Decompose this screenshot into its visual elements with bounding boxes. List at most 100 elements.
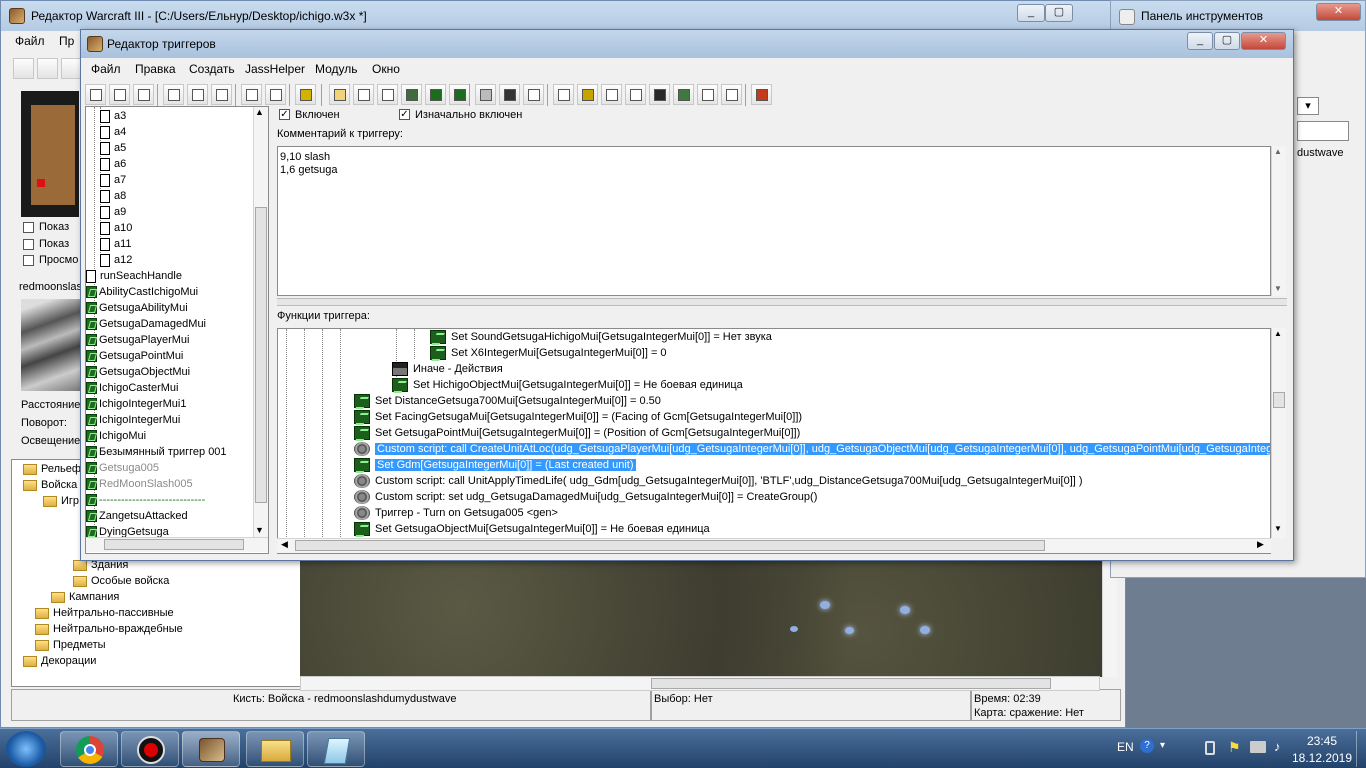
trigger-tree-item[interactable]: a9 — [100, 204, 126, 220]
language-indicator[interactable]: EN — [1117, 740, 1134, 754]
new-icon[interactable] — [85, 84, 106, 105]
save-icon[interactable] — [61, 58, 82, 79]
initially-on-checkbox[interactable]: ✓ — [399, 109, 410, 120]
trigger-close-button[interactable]: ✕ — [1241, 32, 1286, 50]
function-row[interactable]: Set GetsugaPointMui[GetsugaIntegerMui[0]… — [354, 425, 800, 441]
function-row[interactable]: Set FacingGetsugaMui[GetsugaIntegerMui[0… — [354, 409, 802, 425]
tree-vscroll-thumb[interactable] — [255, 207, 267, 503]
palette-tree-item[interactable]: Нейтрально-пассивные — [35, 605, 174, 621]
trigger-menu-item[interactable]: Окно — [372, 62, 400, 76]
comment-vscroll[interactable]: ▲ ▼ — [1271, 146, 1286, 296]
map-vscroll[interactable] — [1102, 561, 1117, 677]
trigger-maximize-button[interactable]: ▢ — [1214, 32, 1240, 50]
function-row[interactable]: Custom script: call UnitApplyTimedLife( … — [354, 473, 1083, 489]
unit-marker[interactable] — [790, 626, 798, 632]
clock-time[interactable]: 23:45 — [1298, 734, 1346, 748]
palette-tree-item[interactable]: Декорации — [23, 653, 96, 669]
function-row[interactable]: Custom script: call CreateUnitAtLoc(udg_… — [354, 441, 1270, 457]
new-map-icon[interactable] — [13, 58, 34, 79]
menu-file[interactable]: Файл — [15, 34, 45, 48]
map-hscroll-thumb[interactable] — [651, 678, 1051, 689]
palette-titlebar[interactable]: Панель инструментов ✕ — [1111, 1, 1365, 31]
menu-edit[interactable]: Пр — [59, 34, 74, 48]
save-icon[interactable] — [133, 84, 154, 105]
functions-hscroll-thumb[interactable] — [295, 540, 1045, 551]
tree-vscroll[interactable]: ▲ ▼ — [253, 107, 268, 537]
main-titlebar[interactable]: Редактор Warcraft III - [C:/Users/Ельнур… — [1, 1, 1125, 31]
paste-icon[interactable] — [211, 84, 232, 105]
trigger-titlebar[interactable]: Редактор триггеров _ ▢ ✕ — [81, 30, 1293, 58]
open-icon[interactable] — [109, 84, 130, 105]
trigger-tree-item[interactable]: IchigoIntegerMui — [86, 412, 180, 428]
battery-icon[interactable] — [1205, 741, 1215, 755]
test-map-icon[interactable] — [751, 84, 772, 105]
new-condition-icon[interactable] — [449, 84, 470, 105]
trigger-tree-item[interactable]: a10 — [100, 220, 132, 236]
new-comment-icon[interactable] — [377, 84, 398, 105]
trigger-tree-item[interactable]: a5 — [100, 140, 126, 156]
palette-tree-item[interactable]: Войска — [23, 477, 77, 493]
module-icon[interactable] — [697, 84, 718, 105]
trigger-menu-item[interactable]: Файл — [91, 62, 121, 76]
trigger-tree-item[interactable]: GetsugaAbilityMui — [86, 300, 188, 316]
trigger-tree-item[interactable]: Безымянный триггер 001 — [86, 444, 227, 460]
trigger-minimize-button[interactable]: _ — [1187, 32, 1213, 50]
trigger-functions-tree[interactable]: Set SoundGetsugaHichigoMui[GetsugaIntege… — [277, 328, 1271, 554]
splitter[interactable] — [277, 298, 1287, 306]
preview-checkbox[interactable] — [23, 255, 34, 266]
new-category-icon[interactable] — [329, 84, 350, 105]
function-row[interactable]: Set SoundGetsugaHichigoMui[GetsugaIntege… — [430, 329, 772, 345]
trigger-tree-item[interactable]: GetsugaObjectMui — [86, 364, 190, 380]
trigger-tree-item[interactable]: a4 — [100, 124, 126, 140]
clapper-icon[interactable] — [499, 84, 520, 105]
import-icon[interactable] — [721, 84, 742, 105]
functions-hscroll[interactable]: ◀ ▶ — [277, 538, 1271, 553]
copy-icon[interactable] — [187, 84, 208, 105]
tree-hscroll[interactable] — [86, 537, 268, 552]
cut-icon[interactable] — [163, 84, 184, 105]
trigger-tree-item[interactable]: Getsuga005 — [86, 460, 159, 476]
ai-icon[interactable] — [625, 84, 646, 105]
taskbar-notepad[interactable] — [307, 731, 365, 767]
trigger-tree-item[interactable]: AbilityCastIchigoMui — [86, 284, 198, 300]
trigger-tree-item[interactable]: a8 — [100, 188, 126, 204]
palette-dropdown-arrow[interactable]: ▾ — [1297, 97, 1319, 115]
palette-tree-item[interactable]: Рельеф — [23, 461, 81, 477]
palette-tree-item[interactable]: Нейтрально-враждебные — [35, 621, 183, 637]
trigger-tree-item[interactable]: a6 — [100, 156, 126, 172]
functions-vscroll[interactable]: ▲ ▼ — [1271, 328, 1286, 538]
taskbar-warcraft-editor[interactable] — [182, 731, 240, 767]
action-center-icon[interactable]: ⚑ — [1228, 739, 1241, 756]
unit-marker[interactable] — [845, 627, 854, 634]
function-row[interactable]: Custom script: set udg_GetsugaDamagedMui… — [354, 489, 817, 505]
checklist-icon[interactable] — [523, 84, 544, 105]
maximize-button[interactable]: ▢ — [1045, 4, 1073, 22]
palette-close-button[interactable]: ✕ — [1316, 3, 1361, 21]
function-row[interactable]: Триггер - Turn on Getsuga005 <gen> — [354, 505, 558, 521]
palette-tree-item[interactable]: Особые войска — [73, 573, 169, 589]
show-checkbox-1[interactable] — [23, 222, 34, 233]
trigger-tree-item[interactable]: ZangetsuAttacked — [86, 508, 188, 524]
terrain-icon[interactable] — [553, 84, 574, 105]
tree-hscroll-thumb[interactable] — [104, 539, 244, 550]
palette-tree-item[interactable]: Игр — [43, 493, 79, 509]
network-icon[interactable] — [1250, 741, 1266, 753]
object-icon[interactable] — [649, 84, 670, 105]
trigger-tree-item[interactable]: GetsugaDamagedMui — [86, 316, 206, 332]
scroll-up-arrow[interactable]: ▲ — [255, 107, 264, 117]
trigger-menu-item[interactable]: JassHelper — [245, 62, 305, 76]
start-button[interactable] — [6, 731, 46, 767]
tray-expand-icon[interactable]: ▾ — [1160, 740, 1165, 751]
sound-icon[interactable] — [601, 84, 622, 105]
function-row[interactable]: Set Gdm[GetsugaIntegerMui[0]] = (Last cr… — [354, 457, 636, 473]
functions-vscroll-thumb[interactable] — [1273, 392, 1285, 408]
palette-tree-item[interactable]: Кампания — [51, 589, 119, 605]
volume-icon[interactable]: ♪ — [1274, 739, 1281, 754]
trigger-tree-item[interactable]: ----------------------------- — [86, 492, 205, 508]
function-row[interactable]: Set GetsugaObjectMui[GetsugaIntegerMui[0… — [354, 521, 710, 537]
trigger-tree-item[interactable]: IchigoMui — [86, 428, 146, 444]
open-folder-icon[interactable] — [37, 58, 58, 79]
trigger-tree-item[interactable]: a3 — [100, 108, 126, 124]
new-event-icon[interactable] — [425, 84, 446, 105]
unit-marker[interactable] — [900, 606, 910, 614]
